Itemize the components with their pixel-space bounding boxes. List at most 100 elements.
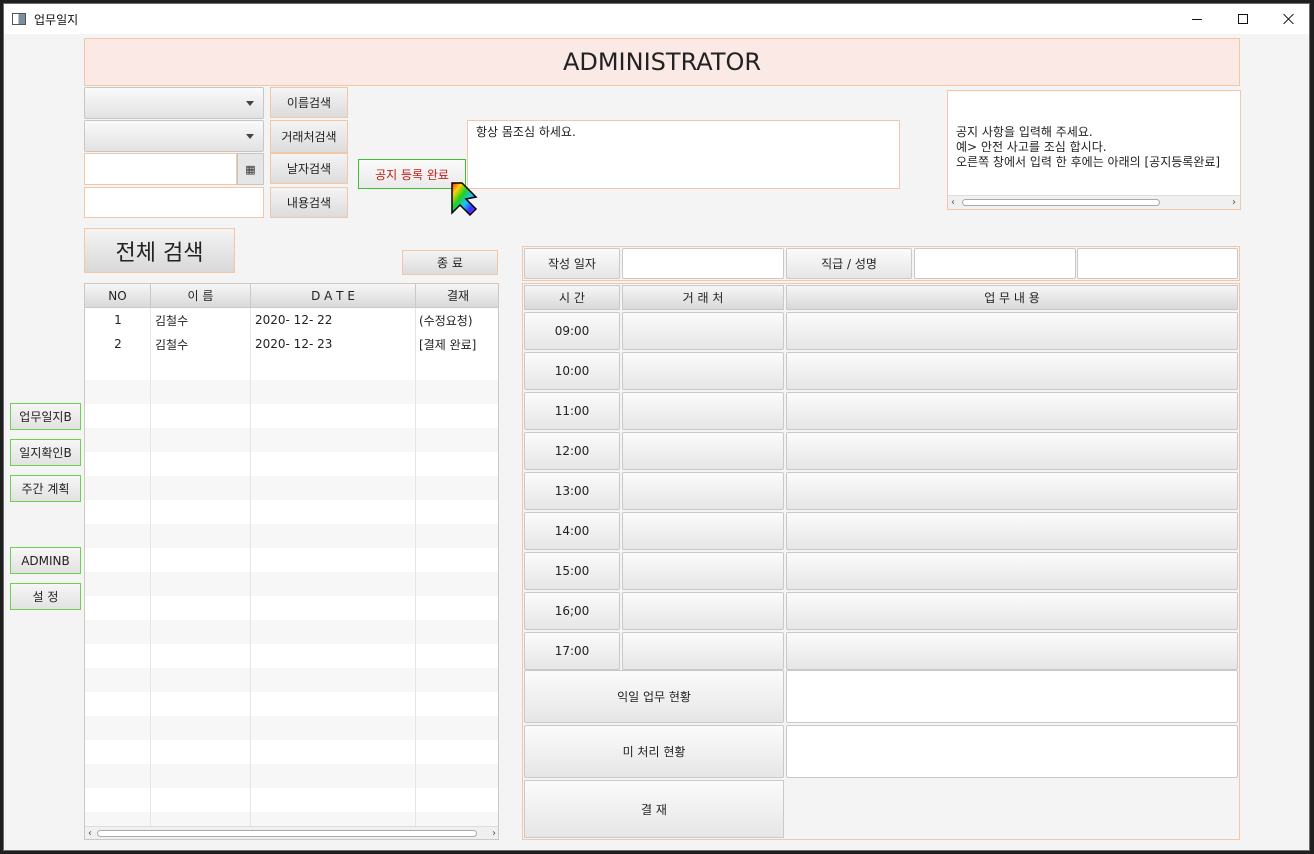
chevron-down-icon: [246, 101, 254, 106]
scroll-thumb[interactable]: [962, 199, 1160, 206]
scroll-right-icon: ›: [492, 828, 496, 839]
title-bar: 업무일지: [4, 4, 1309, 34]
client-slot-field[interactable]: [622, 392, 784, 430]
time-slot-label: 17:00: [524, 632, 620, 670]
pending-field[interactable]: [786, 725, 1238, 778]
content-field[interactable]: [84, 187, 264, 218]
maximize-button[interactable]: [1220, 4, 1266, 34]
notice-horizontal-scrollbar[interactable]: ‹ ›: [948, 195, 1240, 209]
table-row-empty[interactable]: [85, 548, 498, 572]
content-slot-field[interactable]: [786, 472, 1238, 510]
table-row[interactable]: 1 김철수 2020- 12- 22 (수정요청): [85, 308, 498, 332]
maximize-icon: [1238, 14, 1248, 24]
date-value-field[interactable]: [622, 248, 784, 279]
client-slot-field[interactable]: [622, 312, 784, 350]
table-row-empty[interactable]: [85, 668, 498, 692]
table-row-empty[interactable]: [85, 692, 498, 716]
client-slot-field[interactable]: [622, 472, 784, 510]
log-table: NO 이 름 D A T E 결재 1 김철수 2020- 12- 22 (수정…: [84, 283, 499, 840]
table-row-empty[interactable]: [85, 524, 498, 548]
calendar-icon: ▦: [245, 162, 256, 176]
table-row-empty[interactable]: [85, 788, 498, 812]
table-row-empty[interactable]: [85, 764, 498, 788]
time-slot-label: 15:00: [524, 552, 620, 590]
notice-display[interactable]: 항상 몸조심 하세요.: [467, 120, 900, 189]
sidebar-item-settings[interactable]: 설 정: [10, 583, 81, 610]
client-slot-field[interactable]: [622, 552, 784, 590]
client-slot-field[interactable]: [622, 352, 784, 390]
table-row-empty[interactable]: [85, 620, 498, 644]
content-slot-field[interactable]: [786, 592, 1238, 630]
name-combo[interactable]: [84, 87, 264, 119]
time-slot-label: 10:00: [524, 352, 620, 390]
table-row-empty[interactable]: [85, 380, 498, 404]
column-divider: [415, 308, 416, 828]
column-header-no[interactable]: NO: [85, 284, 151, 308]
sidebar-item-weekly-plan[interactable]: 주간 계획: [10, 475, 81, 502]
content-search-button[interactable]: 내용검색: [270, 187, 348, 218]
date-search-button[interactable]: 날자검색: [270, 153, 348, 184]
client-slot-field[interactable]: [622, 432, 784, 470]
row-name: 김철수: [155, 313, 189, 328]
date-field[interactable]: [84, 153, 237, 185]
approve-button[interactable]: 결 재: [524, 780, 784, 838]
client-search-button[interactable]: 거래처검색: [270, 120, 348, 153]
table-row-empty[interactable]: [85, 644, 498, 668]
date-label: 작성 일자: [524, 248, 620, 279]
table-row-empty[interactable]: [85, 716, 498, 740]
notice-help-text: 공지 사항을 입력해 주세요. 예> 안전 사고를 조심 합시다. 오른쪽 창에…: [956, 125, 1221, 169]
name-search-button[interactable]: 이름검색: [270, 87, 348, 118]
time-slot-label: 12:00: [524, 432, 620, 470]
table-row-empty[interactable]: [85, 428, 498, 452]
table-horizontal-scrollbar[interactable]: ‹ ›: [85, 826, 498, 839]
content-slot-field[interactable]: [786, 552, 1238, 590]
client-slot-field[interactable]: [622, 592, 784, 630]
client-combo[interactable]: [84, 120, 264, 152]
sidebar-item-work-log[interactable]: 업무일지B: [10, 403, 81, 430]
exit-button[interactable]: 종 료: [402, 250, 498, 275]
row-status: (수정요청): [419, 313, 473, 328]
next-day-field[interactable]: [786, 670, 1238, 723]
close-button[interactable]: [1266, 4, 1312, 34]
table-row-empty[interactable]: [85, 596, 498, 620]
client-slot-field[interactable]: [622, 632, 784, 670]
notice-input[interactable]: 공지 사항을 입력해 주세요. 예> 안전 사고를 조심 합시다. 오른쪽 창에…: [947, 90, 1241, 210]
main-window: 업무일지 ADMINISTRATOR ▦ 이름검색 거래처검색 날자검색 내용검…: [3, 3, 1310, 851]
client-slot-field[interactable]: [622, 512, 784, 550]
content-slot-field[interactable]: [786, 392, 1238, 430]
column-header-content: 업 무 내 용: [786, 285, 1238, 310]
scroll-thumb[interactable]: [97, 830, 477, 837]
content-slot-field[interactable]: [786, 352, 1238, 390]
column-header-date[interactable]: D A T E: [251, 284, 416, 308]
column-header-time: 시 간: [524, 285, 620, 310]
table-row-empty[interactable]: [85, 476, 498, 500]
calendar-button[interactable]: ▦: [237, 153, 264, 185]
row-date: 2020- 12- 23: [255, 337, 333, 351]
rank-value-field[interactable]: [914, 248, 1076, 279]
content-slot-field[interactable]: [786, 432, 1238, 470]
table-row-empty[interactable]: [85, 572, 498, 596]
table-row-empty[interactable]: [85, 356, 498, 380]
close-icon: [1283, 13, 1295, 25]
table-row-empty[interactable]: [85, 404, 498, 428]
all-search-button[interactable]: 전체 검색: [84, 228, 235, 273]
table-row-empty[interactable]: [85, 740, 498, 764]
table-row-empty[interactable]: [85, 500, 498, 524]
sidebar-item-admin[interactable]: ADMINB: [10, 547, 81, 574]
app-icon: [12, 13, 26, 25]
column-divider: [150, 308, 151, 828]
column-header-approval[interactable]: 결재: [416, 284, 498, 308]
cursor-icon: [451, 182, 478, 217]
content-slot-field[interactable]: [786, 312, 1238, 350]
table-row[interactable]: 2 김철수 2020- 12- 23 [결제 완료]: [85, 332, 498, 356]
time-slot-label: 09:00: [524, 312, 620, 350]
time-slot-label: 16;00: [524, 592, 620, 630]
name-value-field[interactable]: [1077, 248, 1238, 279]
column-header-name[interactable]: 이 름: [151, 284, 251, 308]
minimize-button[interactable]: [1174, 4, 1220, 34]
content-slot-field[interactable]: [786, 632, 1238, 670]
table-row-empty[interactable]: [85, 452, 498, 476]
rank-label: 직급 / 성명: [786, 248, 912, 279]
sidebar-item-log-check[interactable]: 일지확인B: [10, 439, 81, 466]
content-slot-field[interactable]: [786, 512, 1238, 550]
